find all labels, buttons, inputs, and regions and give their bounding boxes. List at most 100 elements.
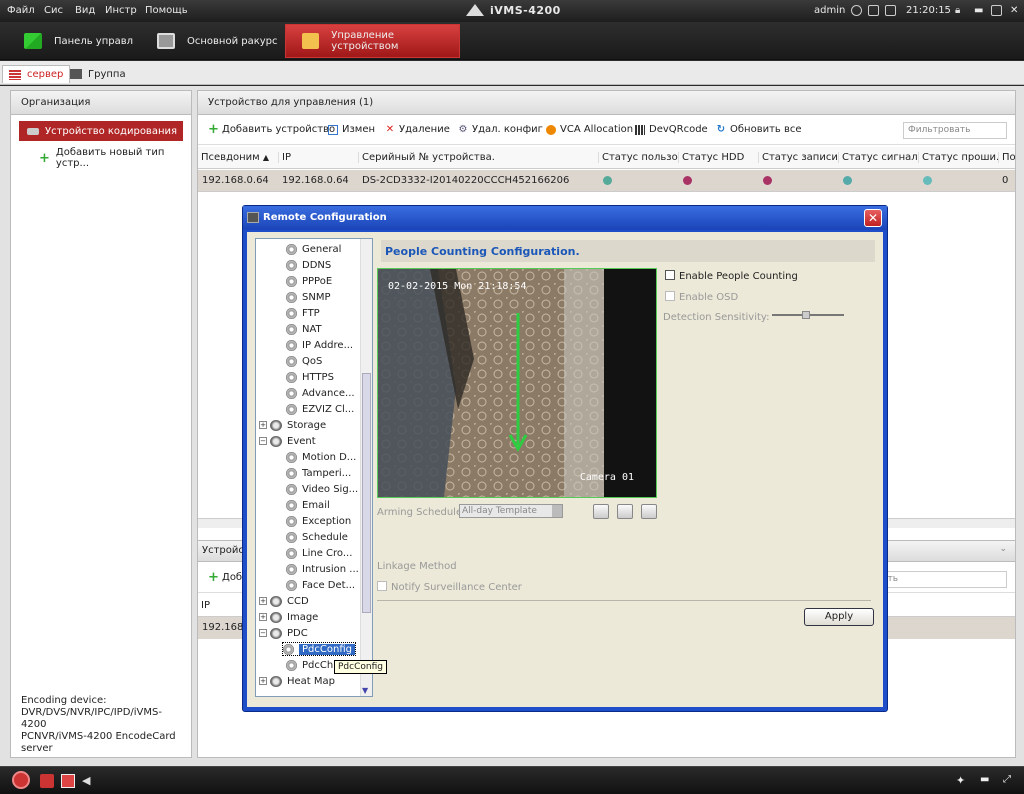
col-ip[interactable]: IP — [278, 152, 354, 163]
video-preview[interactable]: 02-02-2015 Mon 21:18:54 Camera 01 — [377, 268, 657, 498]
alert-icon[interactable] — [40, 774, 54, 788]
keyboard-icon[interactable] — [868, 5, 879, 16]
minimize-panel-icon[interactable]: ▬ — [980, 774, 994, 788]
tree-item[interactable]: Schedule — [286, 530, 348, 544]
tree-item-label: Motion D... — [302, 451, 357, 463]
delete-device-button[interactable]: ✕ Удаление — [385, 124, 450, 135]
col-hdd-status[interactable]: Статус HDD — [678, 152, 758, 163]
tree-item[interactable]: Email — [286, 498, 330, 512]
org-item-encoding-device[interactable]: Устройство кодирования — [19, 121, 183, 141]
remote-config-button[interactable]: ⚙ Удал. конфиг — [458, 124, 543, 135]
col-user-status[interactable]: Статус пользо... — [598, 152, 678, 163]
enable-people-counting-checkbox[interactable]: Enable People Counting — [665, 270, 798, 282]
tree-item[interactable]: + CCD — [259, 594, 309, 608]
tree-item[interactable]: EZVIZ Cl... — [286, 402, 354, 416]
tree-item[interactable]: Exception — [286, 514, 351, 528]
tree-item[interactable]: FTP — [286, 306, 320, 320]
add-device-button[interactable]: + Добавить устройство — [208, 123, 335, 136]
col-more[interactable]: По — [998, 152, 1015, 163]
col-firmware-status[interactable]: Статус проши... — [918, 152, 998, 163]
col-signal-status[interactable]: Статус сигнала — [838, 152, 918, 163]
expand-icon[interactable]: + — [259, 677, 267, 685]
tree-item[interactable]: PdcCh — [286, 658, 333, 672]
close-button[interactable]: ✕ — [864, 209, 882, 227]
tree-item[interactable]: Motion D... — [286, 450, 356, 464]
notify-surveillance-center-checkbox[interactable]: Notify Surveillance Center — [377, 581, 522, 593]
minimize-icon[interactable]: ▬ — [974, 5, 983, 16]
lower-filter-input[interactable]: ать — [877, 571, 1007, 588]
subtab-group[interactable]: Группа — [64, 65, 132, 83]
expand-icon[interactable]: + — [259, 597, 267, 605]
mute-icon[interactable]: ◀︎ — [82, 774, 96, 788]
menu-tools[interactable]: Инстр — [105, 5, 137, 16]
tree-item[interactable]: DDNS — [286, 258, 331, 272]
collapse-icon[interactable]: − — [259, 629, 267, 637]
expand-icon[interactable]: + — [259, 613, 267, 621]
expand-icon[interactable]: ⤢ — [1003, 774, 1017, 788]
tree-item[interactable]: General — [286, 242, 341, 256]
tree-item[interactable]: SNMP — [286, 290, 331, 304]
tree-item-label: PPPoE — [302, 275, 333, 287]
col-record-status[interactable]: Статус записи — [758, 152, 838, 163]
tree-scrollbar[interactable]: ▼ — [360, 239, 372, 696]
menu-system[interactable]: Сис — [44, 5, 63, 16]
col-serial[interactable]: Серийный № устройства. — [358, 152, 596, 163]
tab-main-view[interactable]: Основной ракурс — [157, 24, 278, 58]
arming-schedule-select[interactable]: All-day Template — [459, 504, 563, 518]
menu-help[interactable]: Помощь — [145, 5, 188, 16]
clear-schedule-button[interactable] — [641, 504, 657, 519]
tree-item[interactable]: + Image — [259, 610, 318, 624]
copy-schedule-button[interactable] — [617, 504, 633, 519]
menu-file[interactable]: Файл — [7, 5, 35, 16]
tab-control-panel[interactable]: Панель управл — [24, 24, 133, 58]
tree-item[interactable]: + Storage — [259, 418, 326, 432]
collapse-icon[interactable]: ⌄ — [999, 544, 1007, 554]
close-icon[interactable]: ✕ — [1010, 5, 1018, 16]
table-row[interactable]: 192.168.0.64 192.168.0.64 DS-2CD3332-I20… — [198, 170, 1015, 192]
menu-view[interactable]: Вид — [75, 5, 95, 16]
checkbox-label: Enable OSD — [679, 292, 739, 303]
col-alias[interactable]: Псевдоним ▲ — [198, 152, 274, 163]
tree-item[interactable]: Line Cro... — [286, 546, 352, 560]
globe-icon[interactable] — [851, 5, 862, 16]
col-ip[interactable]: IP — [198, 600, 210, 611]
sensitivity-slider[interactable] — [772, 311, 844, 319]
restore-icon[interactable] — [991, 5, 1002, 16]
tree-item[interactable]: − PDC — [259, 626, 308, 640]
info-line: server — [21, 743, 53, 754]
tree-item[interactable]: + Heat Map — [259, 674, 335, 688]
dev-qrcode-button[interactable]: DevQRcode — [635, 124, 708, 135]
collapse-icon[interactable]: − — [259, 437, 267, 445]
tab-device-management[interactable]: Управление устройством — [285, 24, 460, 58]
pin-icon[interactable]: ✦ — [956, 774, 970, 788]
lock-icon[interactable]: 🔒︎ — [955, 5, 960, 16]
vca-allocation-button[interactable]: VCA Allocation — [546, 124, 633, 135]
tree-item[interactable]: Video Sig... — [286, 482, 358, 496]
tree-item[interactable]: HTTPS — [286, 370, 334, 384]
refresh-all-button[interactable]: ↻ Обновить все — [716, 124, 802, 135]
tree-item[interactable]: Face Det... — [286, 578, 355, 592]
tree-item[interactable]: Intrusion ... — [286, 562, 359, 576]
expand-icon[interactable]: + — [259, 421, 267, 429]
cpu-icon[interactable] — [885, 5, 896, 16]
edit-schedule-button[interactable] — [593, 504, 609, 519]
enable-osd-checkbox[interactable]: Enable OSD — [665, 291, 738, 303]
tree-item[interactable]: NAT — [286, 322, 322, 336]
tree-item[interactable]: QoS — [286, 354, 322, 368]
tree-item[interactable]: Tamperi... — [286, 466, 351, 480]
tree-item[interactable]: Advance... — [286, 386, 355, 400]
tree-item[interactable]: PdcConfig — [282, 642, 356, 656]
org-item-add-type[interactable]: + Добавить новый тип устр... — [39, 147, 191, 169]
tree-item[interactable]: PPPoE — [286, 274, 332, 288]
filter-input[interactable]: Фильтровать — [903, 122, 1007, 139]
scroll-down-icon[interactable]: ▼ — [362, 686, 368, 695]
tree-item[interactable]: IP Addre... — [286, 338, 353, 352]
apply-button[interactable]: Apply — [804, 608, 874, 626]
tree-item[interactable]: − Event — [259, 434, 316, 448]
slider-handle[interactable] — [802, 311, 810, 319]
edit-device-button[interactable]: Измен — [328, 124, 375, 135]
subtab-server[interactable]: сервер — [2, 65, 71, 83]
alarm-icon[interactable] — [12, 771, 30, 789]
camera-alarm-icon[interactable] — [61, 774, 75, 788]
scroll-thumb[interactable] — [362, 373, 371, 613]
